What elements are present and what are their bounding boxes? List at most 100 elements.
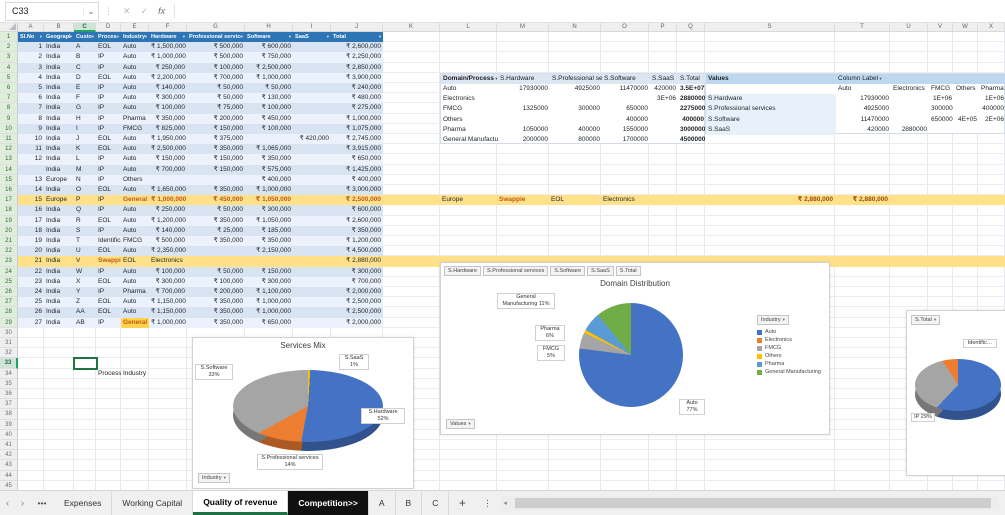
row-header-32[interactable]: 32 <box>0 348 18 358</box>
table-cell[interactable]: L <box>74 154 96 164</box>
row-header-4[interactable]: 4 <box>0 63 18 73</box>
table-cell[interactable]: ₹ 140,000 <box>149 83 187 93</box>
pivot-value-cell[interactable] <box>602 94 650 104</box>
pivot-value-cell[interactable]: 11470000 <box>836 115 891 125</box>
row-header-26[interactable]: 26 <box>0 287 18 297</box>
table-cell[interactable]: IP <box>96 205 121 215</box>
table-cell[interactable]: India <box>44 216 74 226</box>
table-cell[interactable]: D <box>74 73 96 83</box>
pivot-value-cell[interactable] <box>550 94 602 104</box>
table-cell[interactable]: 11 <box>18 144 44 154</box>
table-cell[interactable]: EOL <box>121 256 149 266</box>
table-cell[interactable]: IP <box>96 195 121 205</box>
sheet-tab-b[interactable]: B <box>396 491 423 515</box>
table-cell[interactable]: India <box>44 165 74 175</box>
row-header-35[interactable]: 35 <box>0 379 18 389</box>
pivot-value-cell[interactable]: 400000 <box>550 125 602 135</box>
table-cell[interactable]: ₹ 2,500,000 <box>245 63 293 73</box>
table-header-cell[interactable]: Industry▾ <box>121 32 149 42</box>
table-cell[interactable]: India <box>44 256 74 266</box>
table-row[interactable]: 22IndiaWIPAuto₹ 100,000₹ 50,000₹ 150,000… <box>18 267 383 277</box>
table-cell[interactable] <box>293 256 331 266</box>
table-cell[interactable]: ₹ 100,000 <box>187 277 245 287</box>
table-cell[interactable]: Auto <box>121 216 149 226</box>
pivot-value-cell[interactable]: 400000 <box>602 115 650 125</box>
table-cell[interactable]: 12 <box>18 154 44 164</box>
pivot-row-label[interactable]: S.Hardware <box>706 94 836 104</box>
table-cell[interactable]: Pharma <box>121 287 149 297</box>
pivot-column-header[interactable]: S.Professional services <box>550 74 602 84</box>
pivot-value-cell[interactable]: 650000 <box>602 104 650 114</box>
pivot-value-cell[interactable] <box>954 125 979 135</box>
add-sheet-button[interactable]: + <box>449 491 475 515</box>
table-cell[interactable]: 15 <box>18 195 44 205</box>
row-header-7[interactable]: 7 <box>0 93 18 103</box>
table-row[interactable]: 12IndiaLIPAuto₹ 150,000₹ 150,000₹ 350,00… <box>18 154 383 164</box>
column-header-G[interactable]: G <box>187 22 245 32</box>
sheet-tab-c[interactable]: C <box>422 491 449 515</box>
table-row[interactable]: 3IndiaCIPAuto₹ 250,000₹ 100,000₹ 2,500,0… <box>18 63 383 73</box>
pivot-column-header[interactable]: S.SaaS <box>650 74 678 84</box>
table-cell[interactable]: K <box>74 144 96 154</box>
pivot-value-cell[interactable]: 1700000 <box>602 135 650 145</box>
stotal-filter-button[interactable]: S.Total ▾ <box>911 315 940 325</box>
table-cell[interactable]: ₹ 2,000,000 <box>331 287 383 297</box>
table-cell[interactable]: ₹ 1,150,000 <box>149 297 187 307</box>
pivot-value-cell[interactable]: 1050000 <box>498 125 550 135</box>
table-cell[interactable] <box>293 114 331 124</box>
pivot-row-label[interactable]: Electronics <box>441 94 498 104</box>
pivot-value-cell[interactable]: 2880000 <box>678 94 706 104</box>
sheet-tab-quality-of-revenue[interactable]: Quality of revenue <box>193 491 288 515</box>
filter-caret-icon[interactable]: ▾ <box>494 76 498 81</box>
table-cell[interactable]: R <box>74 216 96 226</box>
table-row[interactable]: 21IndiaVSwappieEOLElectronics₹ 2,880,000 <box>18 256 383 266</box>
table-row[interactable]: IndiaMIPAuto₹ 700,000₹ 150,000₹ 575,000₹… <box>18 165 383 175</box>
table-cell[interactable]: 24 <box>18 287 44 297</box>
values-button[interactable]: Values ▾ <box>446 419 475 429</box>
table-cell[interactable]: Auto <box>121 134 149 144</box>
table-cell[interactable]: Y <box>74 287 96 297</box>
table-cell[interactable]: A <box>74 42 96 52</box>
table-cell[interactable]: Auto <box>121 73 149 83</box>
table-cell[interactable]: ₹ 350,000 <box>245 236 293 246</box>
table-cell[interactable]: India <box>44 185 74 195</box>
table-cell[interactable]: ₹ 750,000 <box>245 52 293 62</box>
table-cell[interactable]: Auto <box>121 83 149 93</box>
pivot-row[interactable]: S.Professional services49250003000004000… <box>706 104 1005 114</box>
table-cell[interactable]: ₹ 300,000 <box>331 267 383 277</box>
table-cell[interactable]: ₹ 50,000 <box>245 83 293 93</box>
table-cell[interactable]: India <box>44 124 74 134</box>
pivot-row-label[interactable]: S.Professional services <box>706 104 836 114</box>
table-cell[interactable]: ₹ 500,000 <box>149 236 187 246</box>
table-cell[interactable]: ₹ 700,000 <box>331 277 383 287</box>
pivot-value-cell[interactable] <box>550 115 602 125</box>
table-cell[interactable]: ₹ 150,000 <box>187 154 245 164</box>
table-cell[interactable]: Auto <box>121 144 149 154</box>
column-header-U[interactable]: U <box>890 22 928 32</box>
table-row[interactable]: 14IndiaOEOLAuto₹ 1,650,000₹ 350,000₹ 1,0… <box>18 185 383 195</box>
table-cell[interactable]: FMCG <box>121 236 149 246</box>
table-cell[interactable]: 14 <box>18 185 44 195</box>
pivot-value-cell[interactable]: 17930000 <box>498 84 550 94</box>
sheet-tab-a[interactable]: A <box>369 491 396 515</box>
column-header-D[interactable]: D <box>96 22 121 32</box>
pivot-column-header[interactable]: Auto <box>836 84 891 94</box>
row-header-12[interactable]: 12 <box>0 144 18 154</box>
pivot-value-cell[interactable]: 17930000 <box>836 94 891 104</box>
table-cell[interactable] <box>149 175 187 185</box>
table-header-cell[interactable]: Sl.No▾ <box>18 32 44 42</box>
table-cell[interactable]: Electronics <box>149 256 187 266</box>
pivot-value-cell[interactable]: 300000 <box>929 104 954 114</box>
table-cell[interactable]: ₹ 500,000 <box>187 52 245 62</box>
table-cell[interactable]: ₹ 2,000,000 <box>331 318 383 328</box>
table-cell[interactable]: ₹ 150,000 <box>187 165 245 175</box>
table-cell[interactable]: Auto <box>121 307 149 317</box>
column-header-J[interactable]: J <box>331 22 383 32</box>
row-header-43[interactable]: 43 <box>0 460 18 470</box>
pivot-value-cell[interactable] <box>650 115 678 125</box>
table-cell[interactable]: 19 <box>18 236 44 246</box>
row-header-29[interactable]: 29 <box>0 318 18 328</box>
table-cell[interactable]: IP <box>96 267 121 277</box>
table-cell[interactable]: ₹ 650,000 <box>245 318 293 328</box>
table-cell[interactable]: ₹ 2,500,000 <box>331 195 383 205</box>
